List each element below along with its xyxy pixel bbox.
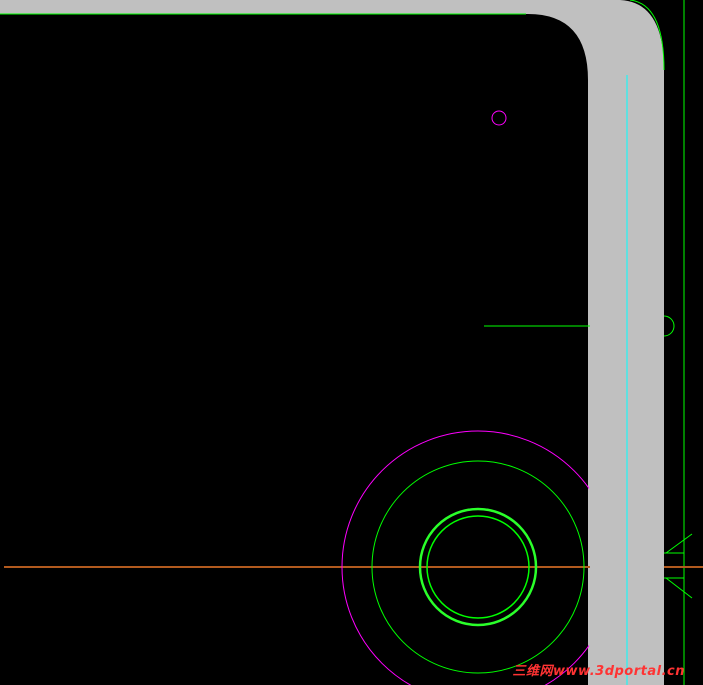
- hole-outer-circle: [341, 430, 589, 685]
- right-tick-lower: [665, 577, 693, 599]
- plate-body: [0, 0, 664, 685]
- small-hole: [491, 110, 507, 126]
- right-tick-upper: [665, 533, 693, 554]
- watermark-text: 三维网www.3dportal.cn: [512, 664, 685, 679]
- cad-viewport[interactable]: 三维网www.3dportal.cn: [0, 0, 703, 685]
- edge-arc-mark: [663, 315, 675, 337]
- drawing-canvas[interactable]: [0, 0, 703, 685]
